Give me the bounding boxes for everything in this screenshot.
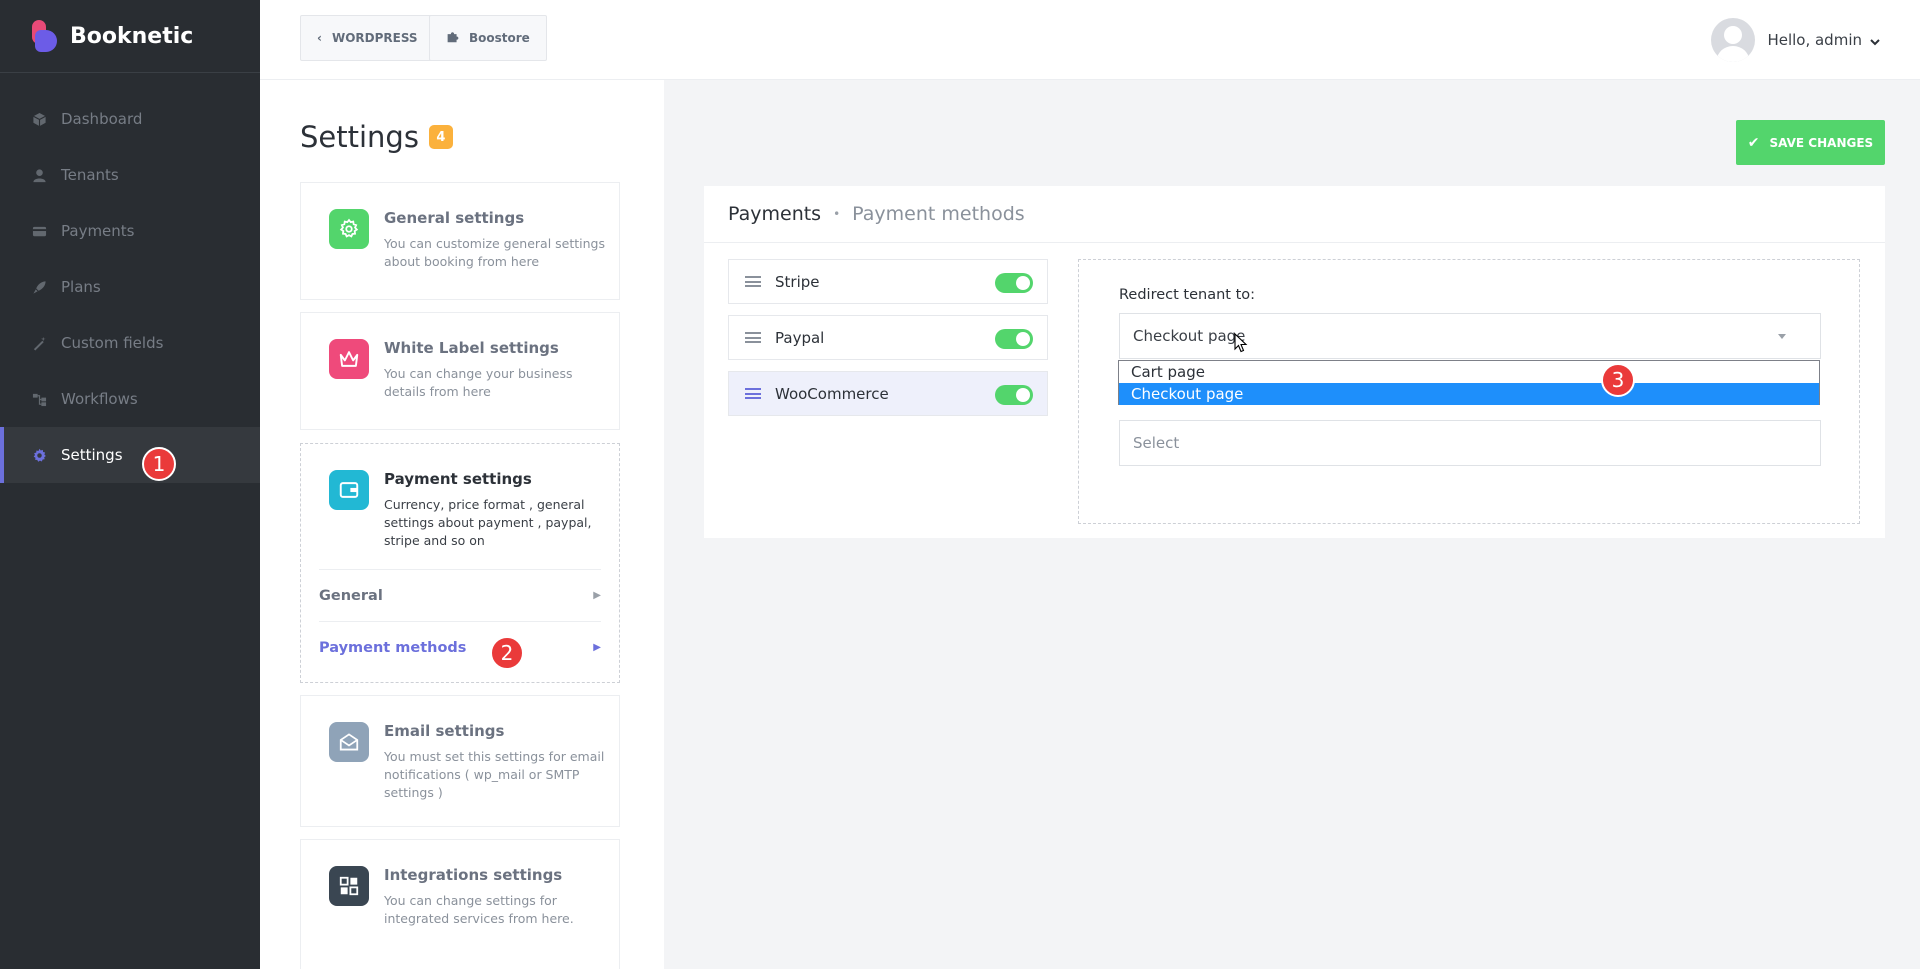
method-stripe[interactable]: Stripe	[728, 259, 1048, 304]
magic-wand-icon	[30, 334, 48, 352]
chevron-down-icon	[1870, 31, 1880, 50]
white-label-settings-card[interactable]: White Label settings You can change your…	[300, 312, 620, 430]
chevron-left-icon: ‹	[317, 31, 322, 45]
sidebar-item-label: Settings	[61, 446, 123, 464]
breadcrumb-payments: Payments	[728, 203, 822, 225]
save-changes-button[interactable]: ✔ SAVE CHANGES	[1736, 120, 1885, 165]
card-title: General settings	[384, 209, 525, 227]
method-toggle[interactable]	[995, 385, 1033, 405]
sidebar-nav: Dashboard Tenants Payments Plans Custom …	[0, 91, 260, 483]
avatar	[1711, 18, 1756, 62]
card-description: You must set this settings for email not…	[384, 749, 605, 800]
general-settings-card[interactable]: General settings You can customize gener…	[300, 182, 620, 300]
payment-subitem-payment-methods[interactable]: Payment methods ▶	[319, 621, 601, 673]
step-annotation-1: 1	[142, 447, 176, 481]
card-description: You can change settings for integrated s…	[384, 893, 574, 926]
user-greeting: Hello, admin	[1767, 31, 1862, 49]
sidebar-item-custom-fields[interactable]: Custom fields	[0, 315, 260, 371]
gear-icon	[329, 209, 369, 249]
redirect-dropdown-list: Cart page Checkout page	[1118, 360, 1820, 405]
redirect-select[interactable]: Checkout page	[1119, 313, 1821, 359]
sidebar-item-label: Workflows	[61, 390, 138, 408]
wordpress-back-button[interactable]: ‹ WORDPRESS	[300, 15, 435, 61]
option-checkout-page[interactable]: Checkout page	[1119, 383, 1819, 405]
boostore-label: Boostore	[469, 31, 530, 45]
card-description: You can change your business details fro…	[384, 366, 573, 399]
breadcrumb: Payments • Payment methods	[704, 186, 1885, 243]
sidebar-item-label: Payments	[61, 222, 135, 240]
payment-subitem-general[interactable]: General ▶	[319, 569, 601, 621]
drag-handle-icon[interactable]	[745, 276, 761, 287]
user-menu[interactable]: Hello, admin	[1711, 18, 1880, 62]
method-name: WooCommerce	[775, 384, 889, 403]
sidebar: Booknetic Dashboard Tenants Payments Pla…	[0, 0, 260, 969]
settings-column: Settings 4 General settings You can cust…	[260, 80, 664, 969]
method-paypal[interactable]: Paypal	[728, 315, 1048, 360]
gear-icon	[30, 446, 48, 464]
option-cart-page[interactable]: Cart page	[1119, 361, 1819, 383]
sidebar-item-settings[interactable]: Settings	[0, 427, 260, 483]
settings-title-text: Settings	[300, 120, 419, 154]
envelope-icon	[329, 722, 369, 762]
credit-card-icon	[30, 222, 48, 240]
rocket-icon	[30, 278, 48, 296]
sidebar-item-label: Dashboard	[61, 110, 143, 128]
topbar: ‹ WORDPRESS Boostore Hello, admin	[260, 0, 1920, 80]
order-status-placeholder: Select	[1133, 434, 1180, 452]
payment-settings-card[interactable]: Payment settings Currency, price format …	[300, 443, 620, 683]
cube-icon	[30, 110, 48, 128]
crown-icon	[329, 339, 369, 379]
save-button-label: SAVE CHANGES	[1769, 135, 1874, 150]
sidebar-item-label: Tenants	[61, 166, 119, 184]
caret-down-icon	[1778, 334, 1786, 339]
wordpress-label: WORDPRESS	[331, 31, 418, 45]
user-icon	[30, 166, 48, 184]
sidebar-item-plans[interactable]: Plans	[0, 259, 260, 315]
wallet-icon	[329, 470, 369, 510]
card-description: You can customize general settings about…	[384, 236, 606, 269]
subitem-label: General	[319, 587, 383, 604]
page-title: Settings 4	[300, 120, 453, 154]
logo[interactable]: Booknetic	[0, 0, 260, 73]
email-settings-card[interactable]: Email settings You must set this setting…	[300, 695, 620, 827]
caret-right-icon: ▶	[593, 590, 601, 601]
sidebar-item-label: Custom fields	[61, 334, 164, 352]
workflow-icon	[30, 390, 48, 408]
breadcrumb-separator: •	[833, 207, 841, 221]
step-annotation-3: 3	[1601, 363, 1635, 397]
redirect-select-value: Checkout page	[1133, 327, 1246, 345]
method-woocommerce[interactable]: WooCommerce	[728, 371, 1048, 416]
puzzle-icon	[446, 30, 459, 46]
integrations-settings-card[interactable]: Integrations settings You can change set…	[300, 839, 620, 969]
sidebar-item-tenants[interactable]: Tenants	[0, 147, 260, 203]
sidebar-item-workflows[interactable]: Workflows	[0, 371, 260, 427]
card-title: Integrations settings	[384, 866, 563, 884]
drag-handle-icon[interactable]	[745, 388, 761, 399]
method-toggle[interactable]	[995, 329, 1033, 349]
method-name: Stripe	[775, 272, 820, 291]
method-name: Paypal	[775, 328, 825, 347]
sidebar-item-label: Plans	[61, 278, 101, 296]
card-title: Email settings	[384, 722, 505, 740]
step-annotation-2: 2	[490, 636, 524, 670]
mouse-cursor-icon	[1234, 333, 1248, 353]
card-title: Payment settings	[384, 470, 532, 488]
redirect-label: Redirect tenant to:	[1119, 287, 1256, 303]
card-title: White Label settings	[384, 339, 559, 357]
method-toggle[interactable]	[995, 273, 1033, 293]
breadcrumb-payment-methods: Payment methods	[852, 203, 1025, 225]
order-status-select[interactable]: Select	[1119, 420, 1821, 466]
integrations-icon	[329, 866, 369, 906]
sidebar-item-dashboard[interactable]: Dashboard	[0, 91, 260, 147]
caret-right-icon: ▶	[593, 642, 601, 653]
drag-handle-icon[interactable]	[745, 332, 761, 343]
check-icon: ✔	[1747, 134, 1760, 151]
boostore-button[interactable]: Boostore	[429, 15, 547, 61]
settings-count-badge: 4	[428, 125, 453, 149]
card-description: Currency, price format , general setting…	[384, 497, 592, 548]
subitem-label: Payment methods	[319, 639, 467, 656]
app-name: Booknetic	[70, 23, 194, 49]
sidebar-item-payments[interactable]: Payments	[0, 203, 260, 259]
booknetic-logo-icon	[32, 20, 58, 52]
